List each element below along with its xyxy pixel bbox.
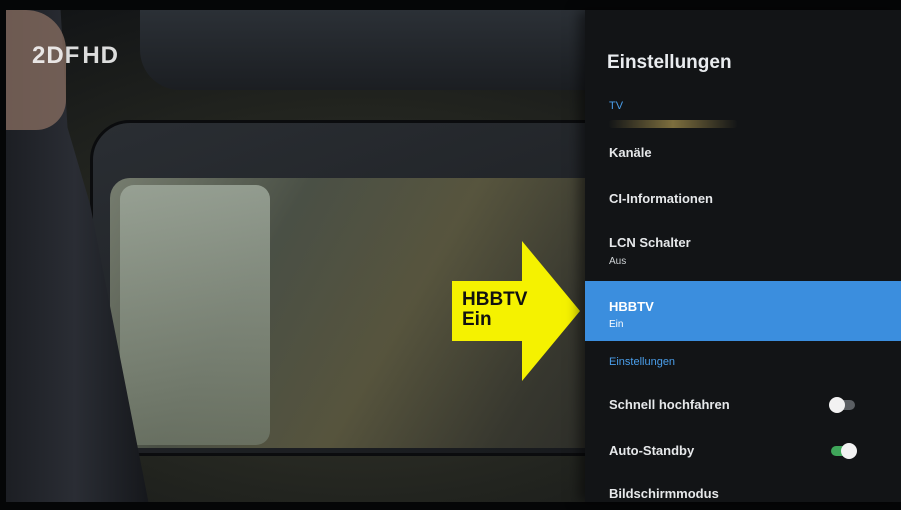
video-bus-roof [140,10,660,90]
screen-glare [608,120,738,128]
panel-title: Einstellungen [607,52,732,73]
menu-item-kanaele[interactable]: Kanäle [585,130,901,176]
menu-item-bildschirmmodus[interactable]: Bildschirmmodus [585,476,901,506]
menu-item-auto-standby[interactable]: Auto-Standby [585,428,901,474]
video-window-reflection [120,185,270,445]
toggle-switch-on[interactable] [831,443,857,459]
menu-item-value: Aus [609,256,627,267]
section-tv-label: TV [609,100,624,112]
channel-logo-hd: HD [82,42,120,69]
menu-item-label: HBBTV [609,299,654,314]
toggle-knob [841,443,857,459]
menu-item-label: CI-Informationen [609,191,713,206]
screen-bezel-top [0,0,901,10]
annotation-label: HBBTV Ein [462,290,527,330]
menu-item-label: Bildschirmmodus [609,486,719,501]
screen-bezel-left [0,0,6,510]
menu-item-label: Auto-Standby [609,443,695,458]
menu-item-label: Schnell hochfahren [609,397,730,412]
menu-item-lcn-schalter[interactable]: LCN Schalter Aus [585,224,901,280]
toggle-knob [829,397,845,413]
video-person-face [6,10,66,130]
annotation-line-1: HBBTV [462,289,528,310]
menu-item-ci-informationen[interactable]: CI-Informationen [585,176,901,222]
menu-item-hbbtv[interactable]: HBBTV Ein [585,281,901,341]
menu-item-label: LCN Schalter [609,235,691,250]
section-einstellungen-label: Einstellungen [609,356,676,368]
menu-item-label: Kanäle [609,145,652,160]
menu-item-schnell-hochfahren[interactable]: Schnell hochfahren [585,382,901,428]
channel-logo: 2DFHD [32,42,119,70]
channel-logo-text: 2DF [32,42,81,69]
settings-panel: Einstellungen TV Kanäle CI-Informationen… [585,10,901,502]
menu-item-value: Ein [609,319,624,330]
annotation-line-2: Ein [462,309,492,330]
toggle-switch-off[interactable] [829,397,855,413]
